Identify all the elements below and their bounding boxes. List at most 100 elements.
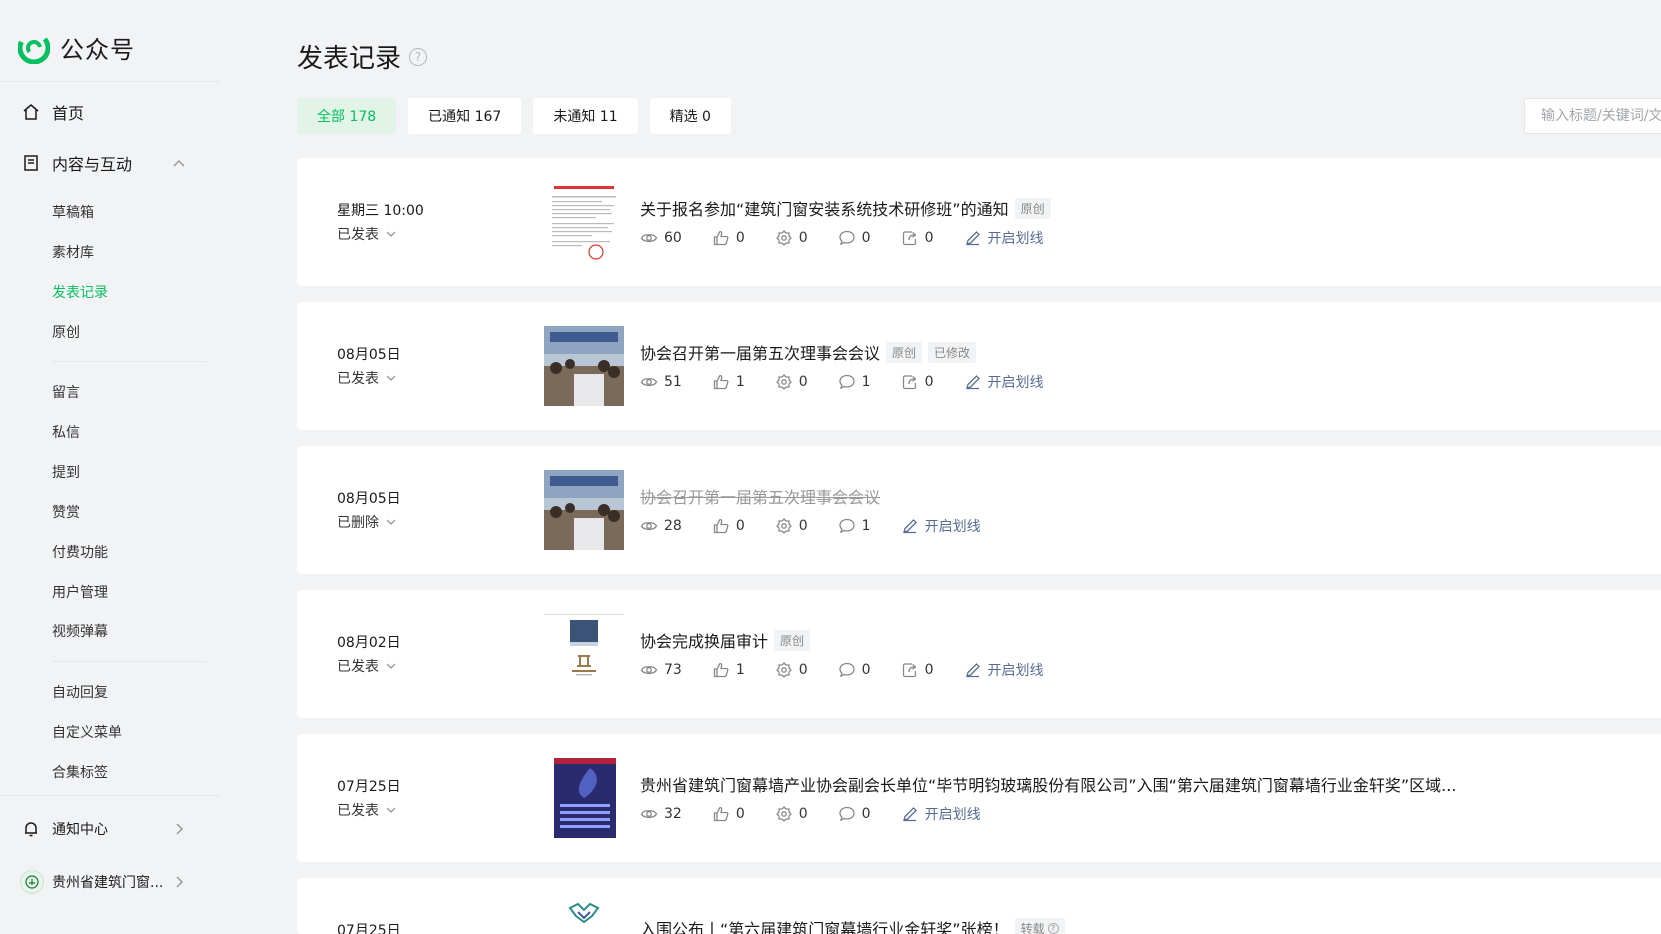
post-stats: 60 0 0 0 0 开启划线: [640, 228, 1074, 248]
stat-views: 51: [640, 373, 682, 391]
forwards-count: 0: [924, 374, 934, 390]
post-card[interactable]: 07月25日 已发表 贵州省建筑门窗幕墙产业协会副会长单位“毕节明钧玻璃股份有限…: [297, 734, 1661, 862]
thumbs-up-icon: [712, 229, 730, 247]
likes-count: 0: [735, 806, 745, 822]
post-thumbnail[interactable]: [544, 902, 624, 934]
post-card[interactable]: 08月05日 已发表 协会召开第一届第五次理事会会议 原创 已修改 51 1 0…: [297, 302, 1661, 430]
post-date: 07月25日: [337, 779, 401, 795]
chevron-up-icon[interactable]: [172, 157, 186, 171]
nav-materials[interactable]: 素材库: [52, 242, 94, 262]
nav-paid-features[interactable]: 付费功能: [52, 542, 108, 562]
association-emblem-icon: [25, 875, 39, 889]
post-card[interactable]: 07月25日 入围公布丨“第六届建筑门窗幕墙行业金轩奖”张榜！ 转载?: [297, 878, 1661, 934]
comments-count: 1: [861, 518, 871, 534]
post-card[interactable]: 08月02日 已发表 协会完成换届审计 原创 73 1 0 0 0 开启划线: [297, 590, 1661, 718]
share-icon: [775, 517, 793, 535]
post-thumbnail[interactable]: [544, 758, 624, 838]
post-status-dropdown[interactable]: 已发表: [337, 224, 397, 244]
tab-notified[interactable]: 已通知 167: [408, 98, 522, 134]
underline-toggle-button[interactable]: 开启划线: [901, 804, 981, 824]
nav-publish-records[interactable]: 发表记录: [52, 282, 108, 302]
post-status-dropdown[interactable]: 已发表: [337, 800, 397, 820]
chevron-right-icon[interactable]: [172, 822, 186, 836]
post-thumbnail[interactable]: [544, 470, 624, 550]
tab-not-notified[interactable]: 未通知 11: [533, 98, 638, 134]
post-status: 已发表: [337, 803, 379, 819]
post-status-dropdown[interactable]: 已发表: [337, 368, 397, 388]
post-title[interactable]: 协会召开第一届第五次理事会会议: [640, 484, 880, 508]
nav-original[interactable]: 原创: [52, 322, 80, 342]
thumbnail-meeting-photo: [544, 326, 624, 406]
chevron-down-icon: [385, 660, 397, 672]
eye-icon: [640, 373, 658, 391]
post-thumbnail[interactable]: [544, 326, 624, 406]
brand-logo[interactable]: 公众号: [18, 30, 135, 65]
post-title-text: 入围公布丨“第六届建筑门窗幕墙行业金轩奖”张榜！: [640, 920, 1009, 934]
nav-video-danmaku[interactable]: 视频弹幕: [52, 621, 108, 641]
stat-comments: 0: [838, 229, 871, 247]
post-stats: 73 1 0 0 0 开启划线: [640, 660, 1074, 680]
nav-mentions[interactable]: 提到: [52, 462, 80, 482]
shares-count: 0: [798, 806, 808, 822]
help-icon[interactable]: ?: [1047, 922, 1059, 934]
help-icon[interactable]: ?: [409, 47, 428, 66]
likes-count: 1: [735, 662, 745, 678]
nav-notification-center[interactable]: 通知中心: [22, 819, 108, 839]
nav-drafts[interactable]: 草稿箱: [52, 202, 94, 222]
post-title-text: 贵州省建筑门窗幕墙产业协会副会长单位“毕节明钧玻璃股份有限公司”入围“第六届建筑…: [640, 776, 1457, 795]
underline-toggle-button[interactable]: 开启划线: [964, 372, 1044, 392]
underline-toggle-button[interactable]: 开启划线: [901, 516, 981, 536]
original-badge: 原创: [886, 341, 923, 363]
post-title[interactable]: 贵州省建筑门窗幕墙产业协会副会长单位“毕节明钧玻璃股份有限公司”入围“第六届建筑…: [640, 772, 1456, 796]
nav-user-management[interactable]: 用户管理: [52, 582, 108, 602]
post-card[interactable]: 星期三 10:00 已发表 关于报名参加“建筑门窗安装系统技术研修班”的通知 原…: [297, 158, 1661, 286]
post-date: 08月02日: [337, 635, 401, 651]
views-count: 73: [664, 662, 682, 678]
pen-icon: [901, 805, 919, 823]
nav-auto-reply[interactable]: 自动回复: [52, 682, 108, 702]
stat-shares: 0: [775, 517, 808, 535]
post-thumbnail[interactable]: [544, 614, 624, 694]
filter-tabs: 全部 178 已通知 167 未通知 11 精选 0: [297, 98, 743, 134]
post-title[interactable]: 协会完成换届审计 原创: [640, 628, 811, 652]
nav-custom-menu[interactable]: 自定义菜单: [52, 722, 122, 742]
page-title: 发表记录 ?: [297, 38, 428, 75]
post-thumbnail[interactable]: [544, 182, 624, 262]
thumbnail-award-logo: [544, 902, 624, 934]
forward-icon: [901, 373, 919, 391]
comment-icon: [838, 517, 856, 535]
stat-likes: 0: [712, 805, 745, 823]
chevron-down-icon: [385, 228, 397, 240]
shares-count: 0: [798, 230, 808, 246]
post-title[interactable]: 关于报名参加“建筑门窗安装系统技术研修班”的通知 原创: [640, 196, 1051, 220]
stat-views: 28: [640, 517, 682, 535]
post-status-dropdown[interactable]: 已删除: [337, 512, 397, 532]
forwards-count: 0: [924, 230, 934, 246]
chevron-right-icon[interactable]: [172, 875, 186, 889]
nav-account[interactable]: 贵州省建筑门窗...: [20, 870, 163, 894]
nav-rewards[interactable]: 赞赏: [52, 502, 80, 522]
underline-toggle-button[interactable]: 开启划线: [964, 660, 1044, 680]
nav-content-interaction[interactable]: 内容与互动: [22, 151, 132, 175]
tab-all[interactable]: 全部 178: [297, 98, 397, 134]
post-card[interactable]: 08月05日 已删除 协会召开第一届第五次理事会会议 28 0 0 1 开启划线: [297, 446, 1661, 574]
nav-home[interactable]: 首页: [22, 100, 84, 124]
post-status-dropdown[interactable]: 已发表: [337, 656, 397, 676]
brand-name: 公众号: [60, 36, 135, 64]
nav-collection-tags[interactable]: 合集标签: [52, 762, 108, 782]
pen-icon: [964, 661, 982, 679]
search-input[interactable]: [1524, 98, 1661, 134]
underline-toggle-button[interactable]: 开启划线: [964, 228, 1044, 248]
post-title[interactable]: 协会召开第一届第五次理事会会议 原创 已修改: [640, 340, 977, 364]
account-name: 贵州省建筑门窗...: [52, 875, 164, 891]
nav-messages[interactable]: 私信: [52, 422, 80, 442]
post-title[interactable]: 入围公布丨“第六届建筑门窗幕墙行业金轩奖”张榜！ 转载?: [640, 916, 1065, 934]
tab-featured[interactable]: 精选 0: [649, 98, 731, 134]
views-count: 51: [664, 374, 682, 390]
nav-comments[interactable]: 留言: [52, 382, 80, 402]
thumbnail-audit-cover: [544, 614, 624, 694]
underline-label: 开启划线: [987, 231, 1044, 247]
views-count: 32: [664, 806, 682, 822]
comments-count: 0: [861, 806, 871, 822]
modified-badge: 已修改: [928, 341, 977, 363]
